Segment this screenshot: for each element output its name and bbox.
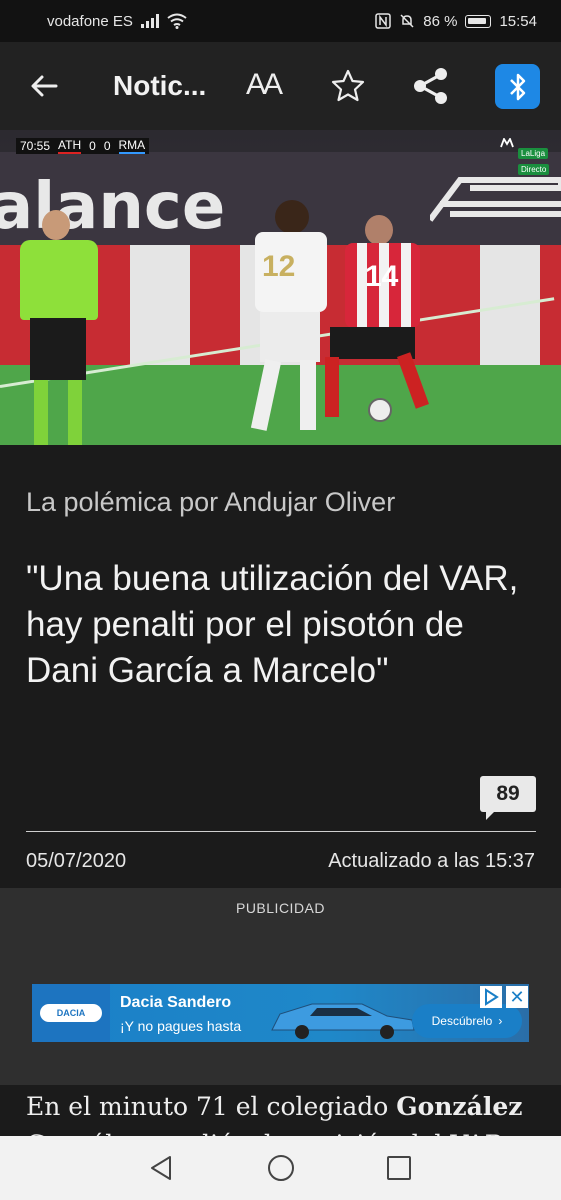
- star-icon[interactable]: [330, 68, 366, 104]
- comments-count: 89: [496, 782, 520, 805]
- toolbar-title: Notic...: [113, 70, 207, 101]
- ad-subtitle: ¡Y no pagues hasta: [120, 1018, 242, 1034]
- hero-image[interactable]: alance 12 14 70:55 ATH 0 0 RMA LaLiga Di…: [0, 130, 561, 445]
- sponsor-logo: [430, 177, 561, 222]
- match-clock: 70:55: [20, 139, 51, 153]
- referee: [12, 210, 102, 445]
- ad-banner[interactable]: DACIA Dacia Sandero ¡Y no pagues hasta D…: [32, 984, 529, 1042]
- carrier-name: vodafone ES: [47, 12, 133, 30]
- battery-icon: [465, 14, 492, 28]
- nfc-icon: [375, 13, 391, 29]
- body-text-start: En el minuto 71 el colegiado: [26, 1092, 397, 1121]
- bluetooth-icon: [509, 73, 525, 100]
- adchoices-icon[interactable]: [480, 986, 502, 1008]
- wifi-icon: [167, 13, 187, 29]
- updated-time: Actualizado a las 15:37: [328, 850, 535, 872]
- article-body: En el minuto 71 el colegiado GonzálezGon…: [26, 1088, 536, 1138]
- article-headline: "Una buena utilización del VAR, hay pena…: [26, 559, 519, 690]
- ad-cta-button[interactable]: Descúbrelo ›: [412, 1004, 522, 1038]
- ad-brand-panel: DACIA: [32, 984, 110, 1042]
- player-white: 12: [230, 200, 330, 435]
- nav-home-icon[interactable]: [268, 1155, 294, 1181]
- ad-label: PUBLICIDAD: [235, 900, 326, 916]
- scoreboard: 70:55 ATH 0 0 RMA: [16, 138, 150, 154]
- divider: [26, 831, 536, 832]
- body-text-bold: González: [396, 1092, 523, 1121]
- away-team: RMA: [118, 138, 146, 154]
- font-size-icon[interactable]: AA: [246, 68, 283, 102]
- ad-close-icon[interactable]: ✕: [506, 986, 528, 1008]
- status-time: 15:54: [499, 12, 537, 30]
- broadcast-logo: LaLiga Directo: [500, 138, 556, 175]
- battery-percent: 86 %: [423, 12, 458, 30]
- share-icon[interactable]: [410, 66, 450, 106]
- ball: [368, 398, 392, 422]
- app-toolbar: Notic... AA: [0, 42, 561, 130]
- ad-cta-label: Descúbrelo: [431, 1014, 493, 1028]
- status-right: 86 % 15:54: [375, 13, 537, 30]
- bluetooth-button[interactable]: [495, 64, 540, 109]
- league-label: LaLiga: [518, 148, 549, 159]
- back-arrow-icon[interactable]: [28, 70, 60, 102]
- live-label: Directo: [518, 164, 550, 175]
- broadcaster-icon: [500, 138, 514, 148]
- publish-date: 05/07/2020: [26, 850, 127, 872]
- nav-back-icon[interactable]: [148, 1154, 174, 1182]
- home-score: 0: [89, 139, 96, 153]
- signal-icon: [140, 14, 159, 28]
- status-bar: vodafone ES 86 % 15:54: [0, 0, 561, 42]
- nav-recents-icon[interactable]: [387, 1156, 411, 1180]
- player-number-red: 14: [365, 260, 399, 293]
- ad-brand-logo: DACIA: [40, 1004, 102, 1022]
- ad-title: Dacia Sandero: [120, 994, 232, 1011]
- home-team: ATH: [58, 138, 82, 154]
- chevron-right-icon: ›: [498, 1014, 503, 1028]
- comments-count-button[interactable]: 89: [480, 776, 536, 820]
- font-size-label: AA: [246, 68, 283, 101]
- article-section[interactable]: La polémica por Andujar Oliver: [26, 487, 395, 518]
- player-number-white: 12: [262, 250, 296, 283]
- car-image: [271, 1003, 415, 1039]
- system-nav-bar: [0, 1136, 561, 1200]
- away-score: 0: [103, 139, 111, 153]
- mute-icon: [400, 14, 414, 28]
